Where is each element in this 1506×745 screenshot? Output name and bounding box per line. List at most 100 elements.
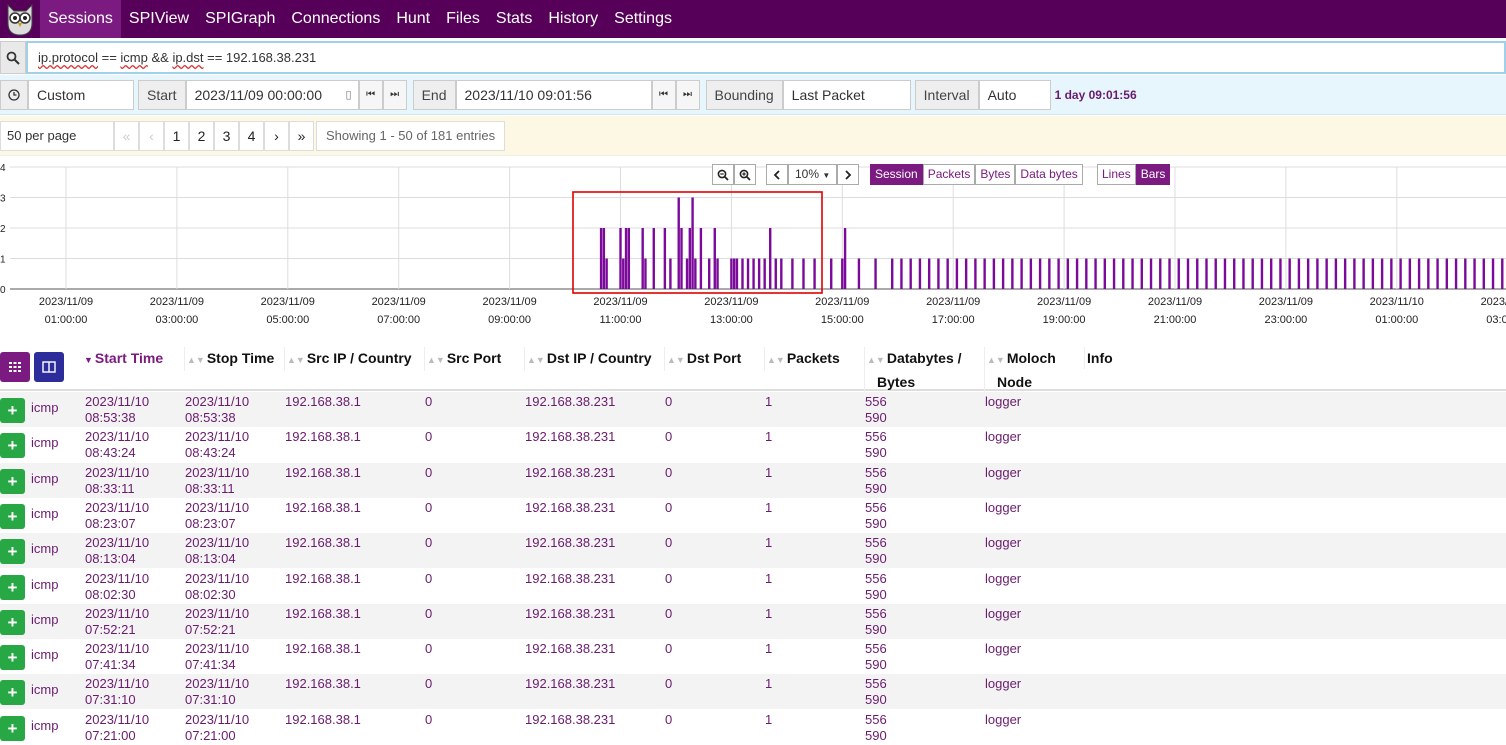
bounding-select[interactable]: Last Packet [782,79,911,110]
table-row[interactable]: + icmp 2023/11/10 08:33:11 2023/11/10 08:33:1… [0,462,1506,498]
cell-stop-time[interactable]: 2023/11/10 08:02:30 [185,571,249,603]
cell-dst-ip[interactable]: 192.168.38.231 [525,712,615,728]
cell-protocol[interactable]: icmp [31,400,58,416]
table-row[interactable]: + icmp 2023/11/10 07:52:21 2023/11/10 07:52:2… [0,603,1506,639]
cell-packets[interactable]: 1 [765,500,772,516]
end-time-input[interactable]: 2023/11/10 09:01:56 [455,79,652,110]
cell-stop-time[interactable]: 2023/11/10 08:23:07 [185,500,249,532]
cell-stop-time[interactable]: 2023/11/10 07:52:21 [185,606,249,638]
cell-node[interactable]: logger [985,465,1021,481]
expand-session-icon[interactable]: + [0,645,25,671]
cell-start-time[interactable]: 2023/11/10 07:21:00 [85,712,149,744]
cell-src-ip[interactable]: 192.168.38.1 [285,465,361,481]
start-time-input[interactable]: 2023/11/09 00:00:00 ▯ [185,79,359,110]
table-row[interactable]: + icmp 2023/11/10 07:21:00 2023/11/10 07:21:0… [0,710,1506,745]
cell-node[interactable]: logger [985,676,1021,692]
cell-databytes[interactable]: 556 590 [865,465,887,497]
table-row[interactable]: + icmp 2023/11/10 08:02:30 2023/11/10 08:02:3… [0,569,1506,604]
cell-dst-port[interactable]: 0 [665,465,672,481]
cell-packets[interactable]: 1 [765,535,772,551]
cell-databytes[interactable]: 556 590 [865,641,887,673]
zoom-percent-select[interactable]: 10% ▼ [788,164,838,185]
end-next-icon[interactable]: ⏭ [675,79,700,110]
cell-dst-port[interactable]: 0 [665,676,672,692]
cell-stop-time[interactable]: 2023/11/10 07:21:00 [185,712,249,744]
nav-item-stats[interactable]: Stats [488,0,540,38]
col-moloch-node[interactable]: ▲▼ Moloch Node [984,347,1056,393]
expand-session-icon[interactable]: + [0,539,25,565]
cell-packets[interactable]: 1 [765,465,772,481]
cell-node[interactable]: logger [985,500,1021,516]
nav-item-sessions[interactable]: Sessions [40,0,121,38]
cell-packets[interactable]: 1 [765,571,772,587]
nav-item-files[interactable]: Files [438,0,488,38]
cell-packets[interactable]: 1 [765,606,772,622]
table-row[interactable]: + icmp 2023/11/10 08:23:07 2023/11/10 08:23:0… [0,498,1506,533]
cell-src-port[interactable]: 0 [425,676,432,692]
page-3-button[interactable]: 3 [214,120,239,151]
expand-session-icon[interactable]: + [0,715,25,741]
cell-databytes[interactable]: 556 590 [865,606,887,638]
start-prev-icon[interactable]: ⏮ [358,79,383,110]
expand-session-icon[interactable]: + [0,609,25,635]
cell-src-ip[interactable]: 192.168.38.1 [285,535,361,551]
time-range-select[interactable]: Custom [28,79,134,110]
cell-dst-ip[interactable]: 192.168.38.231 [525,641,615,657]
cell-node[interactable]: logger [985,606,1021,622]
cell-start-time[interactable]: 2023/11/10 08:13:04 [85,535,149,567]
cell-stop-time[interactable]: 2023/11/10 07:31:10 [185,676,249,708]
cell-protocol[interactable]: icmp [31,718,58,734]
cell-node[interactable]: logger [985,571,1021,587]
cell-src-port[interactable]: 0 [425,394,432,410]
expand-session-icon[interactable]: + [0,433,25,459]
cell-dst-port[interactable]: 0 [665,641,672,657]
cell-protocol[interactable]: icmp [31,435,58,451]
cell-start-time[interactable]: 2023/11/10 08:33:11 [85,465,149,497]
last-page-button[interactable]: » [289,120,314,151]
cell-src-port[interactable]: 0 [425,535,432,551]
cell-src-ip[interactable]: 192.168.38.1 [285,712,361,728]
chart-type-session-button[interactable]: Session [870,164,923,185]
cell-node[interactable]: logger [985,429,1021,445]
cell-src-port[interactable]: 0 [425,641,432,657]
cell-node[interactable]: logger [985,535,1021,551]
cell-packets[interactable]: 1 [765,394,772,410]
owl-logo-icon[interactable] [0,0,40,38]
col-start-time[interactable]: ▼ Start Time [84,347,163,371]
expand-session-icon[interactable]: + [0,398,25,423]
cell-src-port[interactable]: 0 [425,500,432,516]
cell-dst-ip[interactable]: 192.168.38.231 [525,500,615,516]
cell-src-ip[interactable]: 192.168.38.1 [285,641,361,657]
cell-stop-time[interactable]: 2023/11/10 08:33:11 [185,465,249,497]
chart-style-bars-button[interactable]: Bars [1135,164,1171,185]
nav-item-settings[interactable]: Settings [606,0,680,38]
chart-type-packets-button[interactable]: Packets [922,164,976,185]
col-dst-ip[interactable]: ▲▼ Dst IP / Country [524,347,652,371]
cell-dst-port[interactable]: 0 [665,606,672,622]
nav-item-spiview[interactable]: SPIView [121,0,197,38]
page-2-button[interactable]: 2 [189,120,214,151]
cell-stop-time[interactable]: 2023/11/10 08:13:04 [185,535,249,567]
interval-select[interactable]: Auto [978,79,1051,110]
nav-item-hunt[interactable]: Hunt [388,0,438,38]
cell-dst-ip[interactable]: 192.168.38.231 [525,571,615,587]
nav-item-connections[interactable]: Connections [283,0,388,38]
session-histogram-chart[interactable]: 0 1 2 3 4 2023/11/09 01:00:00 2023/11/09 03:00:0… [0,160,1506,340]
cell-dst-port[interactable]: 0 [665,712,672,728]
pan-right-icon[interactable] [837,164,860,185]
table-row[interactable]: + icmp 2023/11/10 08:43:24 2023/11/10 08:43:2… [0,427,1506,462]
cell-packets[interactable]: 1 [765,641,772,657]
cell-start-time[interactable]: 2023/11/10 08:23:07 [85,500,149,532]
next-page-button[interactable]: › [264,120,289,151]
cell-start-time[interactable]: 2023/11/10 08:02:30 [85,571,149,603]
cell-start-time[interactable]: 2023/11/10 07:52:21 [85,606,149,638]
cell-src-ip[interactable]: 192.168.38.1 [285,429,361,445]
search-icon[interactable] [0,41,26,74]
cell-stop-time[interactable]: 2023/11/10 08:43:24 [185,429,249,461]
cell-dst-ip[interactable]: 192.168.38.231 [525,394,615,410]
calendar-icon[interactable]: ▯ [346,81,352,109]
cell-protocol[interactable]: icmp [31,577,58,593]
col-src-port[interactable]: ▲▼ Src Port [424,347,501,371]
cell-src-ip[interactable]: 192.168.38.1 [285,394,361,410]
table-row[interactable]: + icmp 2023/11/10 07:41:34 2023/11/10 07:41:3… [0,639,1506,674]
